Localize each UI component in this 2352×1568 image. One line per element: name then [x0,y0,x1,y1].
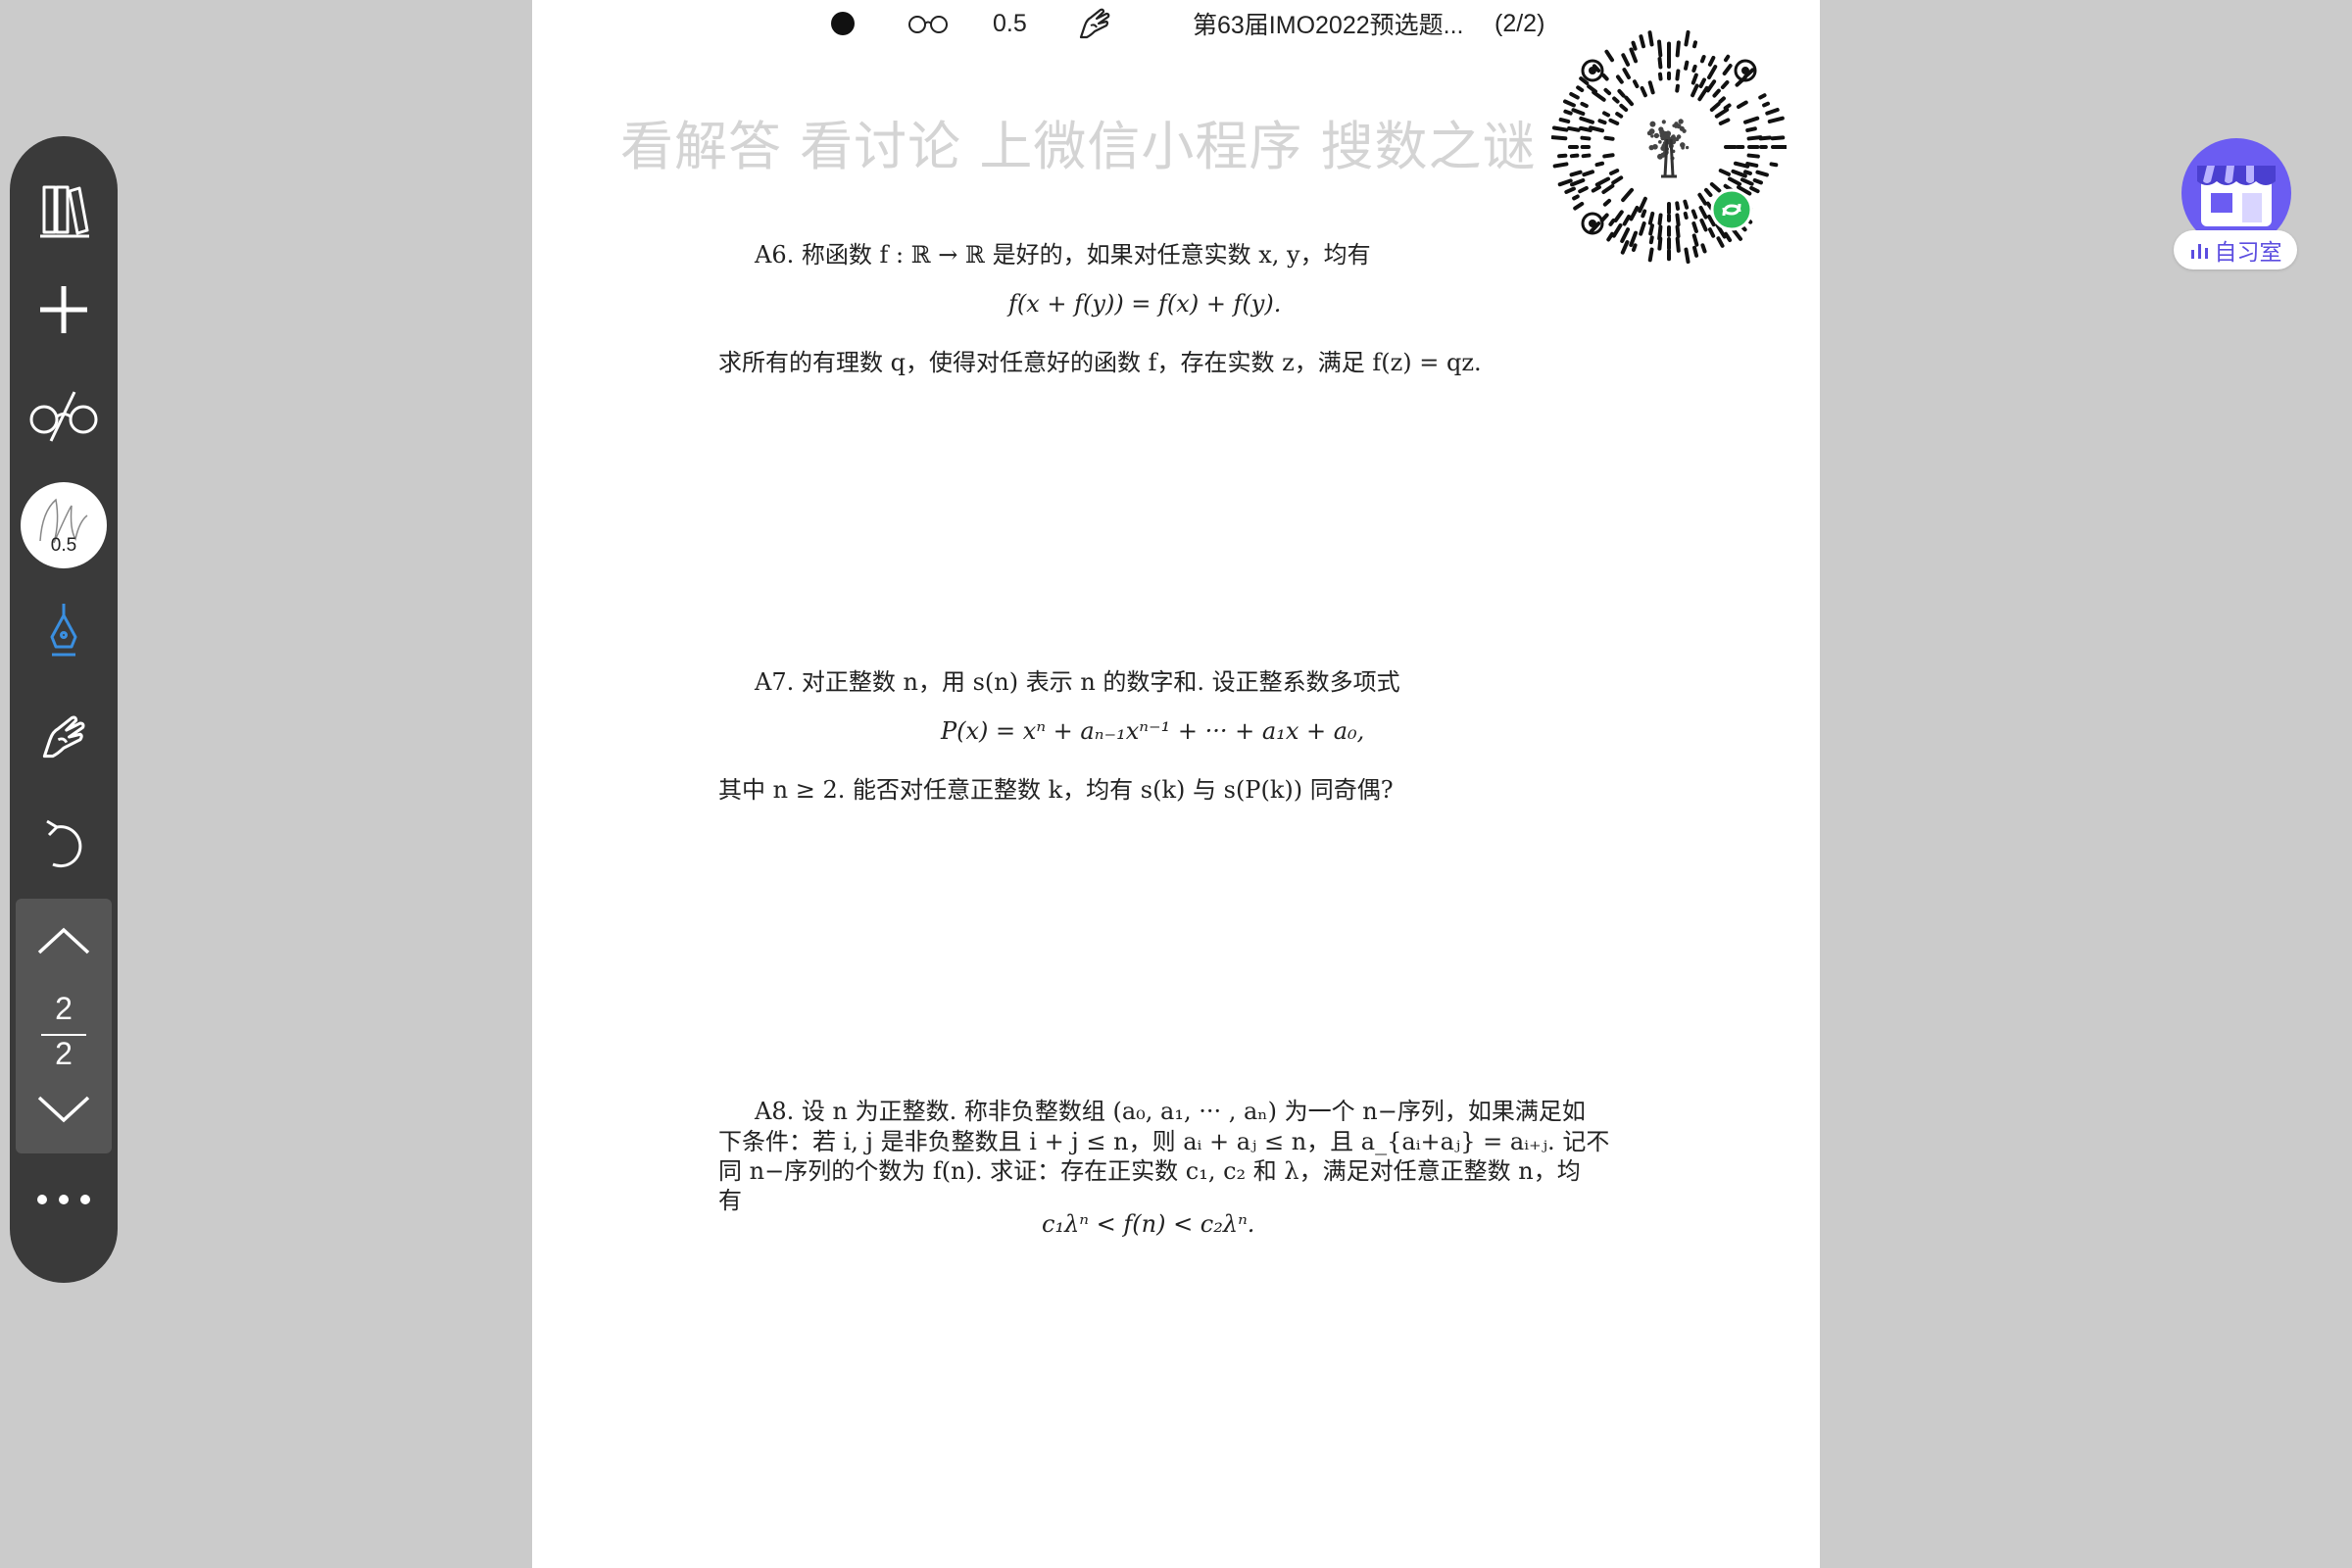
bar-chart-icon [2190,244,2208,259]
hand-icon [42,715,85,759]
next-page-button[interactable] [16,1085,112,1134]
more-button[interactable] [10,1175,118,1224]
document-page: 0.5 第63届IMO2022预选题... (2/2) 看解答 看讨论 上微信小… [532,0,1820,1568]
problem-a8-formula: c₁λⁿ < f(n) < c₂λⁿ. [1042,1210,1255,1238]
qr-code[interactable] [1550,29,1788,265]
pen-settings-button[interactable]: 0.5 [10,481,118,569]
previous-page-button[interactable] [16,916,112,965]
document-title: 第63届IMO2022预选题... [1193,12,1464,39]
pen-tool-button[interactable] [10,597,118,665]
undo-icon [46,819,82,868]
glasses-icon [908,16,948,33]
left-toolbar: 0.5 2 2 [10,136,118,1283]
chevron-down-icon [37,1096,90,1123]
glasses-icon [29,391,98,442]
fountain-pen-icon [50,604,77,657]
problem-a8-line4: 有 [718,1187,742,1214]
add-button[interactable] [10,275,118,344]
undo-button[interactable] [10,808,118,877]
problem-a7-line1: A7. 对正整数 n，用 s(n) 表示 n 的数字和. 设正整系数多项式 [755,668,1400,696]
current-page-number: 2 [55,991,73,1026]
hand-icon [1079,8,1110,39]
pen-preview-circle: 0.5 [21,482,107,568]
study-room-label[interactable]: 自习室 [2174,230,2297,270]
problem-a6-line2: 求所有的有理数 q，使得对任意好的函数 f，存在实数 z，满足 f(z) = q… [718,349,1482,376]
library-button[interactable] [10,172,118,250]
bookshelf-icon [40,185,89,238]
hand-tool-button[interactable] [1075,8,1114,39]
chevron-up-icon [37,927,90,955]
study-room-text: 自习室 [2214,240,2282,266]
pen-width-value[interactable]: 0.5 [993,8,1027,39]
total-pages-number: 2 [55,1036,73,1071]
problem-a6-line1: A6. 称函数 f : ℝ → ℝ 是好的，如果对任意实数 x, y，均有 [755,241,1371,269]
dot-icon [831,12,855,35]
mini-program-code-icon [1550,29,1788,265]
problem-a8-line3: 同 n−序列的个数为 f(n). 求证：存在正实数 c₁, c₂ 和 λ，满足对… [718,1157,1581,1185]
problem-a7-formula: P(x) = xⁿ + aₙ₋₁xⁿ⁻¹ + ··· + a₁x + a₀, [941,717,1365,745]
page-indicator: (2/2) [1494,9,1545,37]
glasses-button[interactable] [906,8,950,39]
problem-a6-formula: f(x + f(y)) = f(x) + f(y). [1008,290,1282,318]
plus-icon [40,286,87,333]
pen-width-label: 0.5 [50,535,77,556]
page-navigator: 2 2 [16,899,112,1153]
problem-a8-line1: A8. 设 n 为正整数. 称非负整数组 (a₀, a₁, ··· , aₙ) … [755,1098,1586,1125]
store-icon [2181,138,2291,244]
more-icon [37,1195,90,1204]
hand-tool-button[interactable] [10,703,118,771]
study-room-widget[interactable]: 自习室 [2170,136,2303,275]
reading-mode-button[interactable] [10,381,118,450]
record-button[interactable] [830,8,856,39]
problem-a7-line2: 其中 n ≥ 2. 能否对任意正整数 k，均有 s(k) 与 s(P(k)) 同… [718,776,1394,804]
watermark-text: 看解答 看讨论 上微信小程序 搜数之谜 [620,116,1537,177]
